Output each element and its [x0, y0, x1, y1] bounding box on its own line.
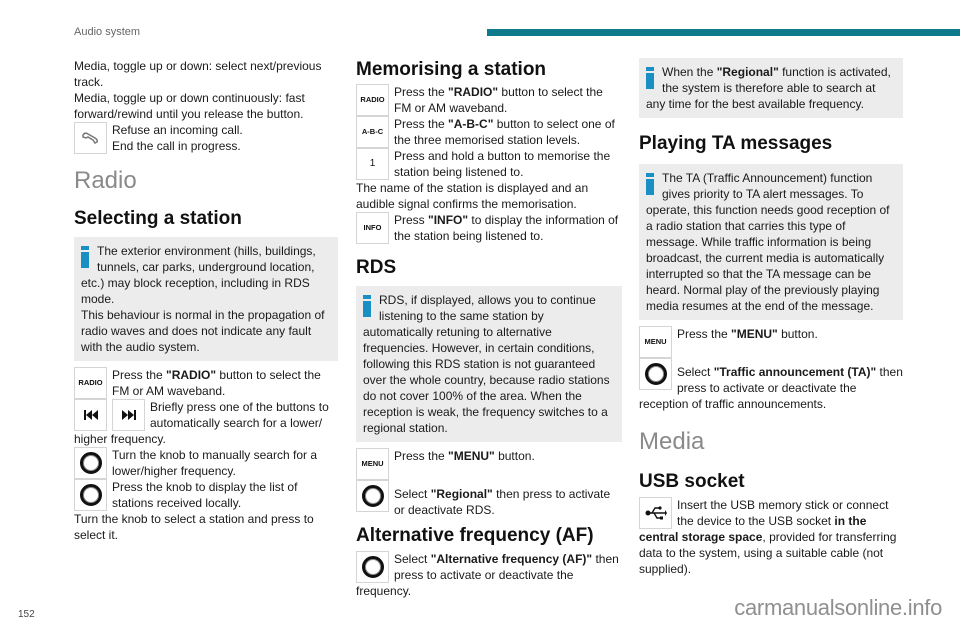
- info-icon: [646, 67, 654, 89]
- menu-row: MENU Press the "MENU" button.: [639, 326, 903, 358]
- preset-1-button-icon: 1: [356, 148, 389, 180]
- info-box: When the "Regional" function is activate…: [639, 58, 903, 118]
- knob-icon: [74, 447, 107, 479]
- paragraph: Press the "RADIO" button to select the F…: [394, 85, 603, 115]
- seek-row: Briefly press one of the buttons to auto…: [74, 399, 338, 447]
- knob-icon: [74, 479, 107, 511]
- radio-button-icon: RADIO: [356, 84, 389, 116]
- radio-button-icon: RADIO: [74, 367, 107, 399]
- paragraph: This behaviour is normal in the propagat…: [81, 308, 325, 354]
- paragraph: Press and hold a button to memorise the …: [394, 149, 611, 179]
- title-usb-socket: USB socket: [639, 471, 745, 492]
- header-accent-bar: [487, 29, 960, 36]
- knob-press-row: Press the knob to display the list of st…: [74, 479, 338, 511]
- abc-button-icon: A-B-C: [356, 116, 389, 148]
- usb-icon: [639, 497, 672, 529]
- section-title-media: Media: [639, 428, 705, 455]
- phone-hangup-icon: [74, 122, 107, 154]
- menu-row: MENU Press the "MENU" button.: [356, 448, 622, 480]
- paragraph: Turn the knob to manually search for a l…: [112, 448, 317, 478]
- paragraph: Turn the knob to select a station and pr…: [74, 512, 314, 542]
- column-1: Media, toggle up or down: select next/pr…: [74, 58, 338, 543]
- info-box: RDS, if displayed, allows you to continu…: [356, 286, 622, 442]
- info-icon: [81, 246, 89, 268]
- paragraph: Select "Alternative frequency (AF)" then…: [356, 552, 619, 598]
- column-3: When the "Regional" function is activate…: [639, 58, 903, 577]
- paragraph: End the call in progress.: [112, 139, 241, 153]
- info-box: The exterior environment (hills, buildin…: [74, 237, 338, 361]
- info-icon: [363, 295, 371, 317]
- usb-row: Insert the USB memory stick or connect t…: [639, 497, 903, 577]
- paragraph: When the "Regional" function is activate…: [646, 65, 891, 111]
- paragraph: Press the "A-B-C" button to select one o…: [394, 117, 615, 147]
- paragraph: The TA (Traffic Announcement) function g…: [646, 171, 890, 313]
- paragraph: Insert the USB memory stick or connect t…: [639, 498, 897, 576]
- radio-row: RADIO Press the "RADIO" button to select…: [74, 367, 338, 399]
- abc-row: A-B-C Press the "A-B-C" button to select…: [356, 116, 622, 148]
- phone-row: Refuse an incoming call. End the call in…: [74, 122, 338, 154]
- paragraph: Press the "MENU" button.: [394, 449, 535, 463]
- af-row: Select "Alternative frequency (AF)" then…: [356, 551, 622, 599]
- title-alternative-frequency: Alternative frequency (AF): [356, 525, 594, 546]
- title-rds: RDS: [356, 257, 397, 278]
- column-2: Memorising a station RADIO Press the "RA…: [356, 58, 622, 599]
- preset-row: 1 Press and hold a button to memorise th…: [356, 148, 622, 180]
- info-icon: [646, 173, 654, 195]
- info-button-icon: INFO: [356, 212, 389, 244]
- ta-row: Select "Traffic announcement (TA)" then …: [639, 358, 903, 412]
- paragraph: RDS, if displayed, allows you to continu…: [363, 293, 610, 435]
- paragraph: Press the "RADIO" button to select the F…: [112, 368, 321, 398]
- header-title: Audio system: [74, 26, 141, 38]
- info-box: The TA (Traffic Announcement) function g…: [639, 164, 903, 320]
- paragraph: The name of the station is displayed and…: [356, 181, 589, 211]
- title-playing-ta: Playing TA messages: [639, 133, 833, 154]
- menu-button-icon: MENU: [639, 326, 672, 358]
- paragraph: Media, toggle up or down: select next/pr…: [74, 59, 322, 89]
- paragraph: Select "Regional" then press to activate…: [394, 487, 611, 517]
- knob-icon: [639, 358, 672, 390]
- regional-row: Select "Regional" then press to activate…: [356, 480, 622, 518]
- subsection-title-selecting: Selecting a station: [74, 208, 242, 229]
- knob-turn-row: Turn the knob to manually search for a l…: [74, 447, 338, 479]
- knob-icon: [356, 480, 389, 512]
- knob-icon: [356, 551, 389, 583]
- page-number: 152: [18, 609, 35, 620]
- paragraph: Press the knob to display the list of st…: [112, 480, 298, 510]
- paragraph: Refuse an incoming call.: [112, 123, 243, 137]
- watermark: carmanualsonline.info: [734, 595, 942, 620]
- previous-track-icon: [74, 399, 107, 431]
- next-track-icon: [112, 399, 145, 431]
- paragraph: The exterior environment (hills, buildin…: [81, 244, 316, 306]
- section-title-radio: Radio: [74, 167, 137, 194]
- menu-button-icon: MENU: [356, 448, 389, 480]
- paragraph: Select "Traffic announcement (TA)" then …: [639, 365, 903, 411]
- radio-row: RADIO Press the "RADIO" button to select…: [356, 84, 622, 116]
- info-row: INFO Press "INFO" to display the informa…: [356, 212, 622, 244]
- paragraph: Media, toggle up or down continuously: f…: [74, 91, 305, 121]
- title-memorising: Memorising a station: [356, 59, 547, 80]
- paragraph: Press "INFO" to display the information …: [394, 213, 619, 243]
- paragraph: Press the "MENU" button.: [677, 327, 818, 341]
